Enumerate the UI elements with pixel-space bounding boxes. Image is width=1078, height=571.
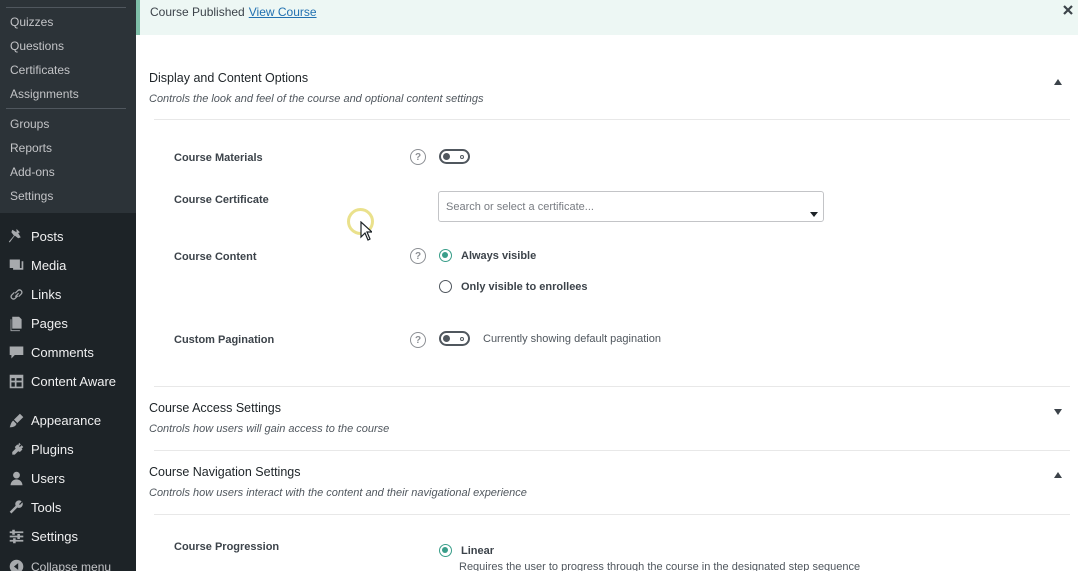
menu-item-label: Tools [31,500,62,515]
collapse-menu-button[interactable]: Collapse menu [0,552,136,571]
close-icon [1063,5,1073,15]
menu-item-plugins[interactable]: Plugins [0,435,136,464]
submenu-item-add-ons[interactable]: Add-ons [10,165,55,179]
menu-item-settings[interactable]: Settings [0,522,136,551]
submenu-top-separator [6,7,126,8]
menu-item-label: Content Aware [31,374,117,389]
chevron-up-icon [1054,79,1062,85]
menu-item-comments[interactable]: Comments [0,338,136,367]
notice-close-button[interactable] [1062,3,1076,17]
pages-icon [7,315,25,333]
course-content-label: Course Content [174,251,257,263]
brush-icon [7,412,25,430]
comments-icon [7,344,25,362]
menu-item-label: Posts [31,229,64,244]
progression-linear-radio[interactable] [439,544,452,557]
media-icon [7,257,25,275]
menu-item-users[interactable]: Users [0,464,136,493]
grid-icon [7,373,25,391]
menu-item-label: Comments [31,345,94,360]
collapse-icon [7,558,25,571]
submenu-item-settings[interactable]: Settings [10,189,53,203]
chevron-down-icon [810,204,818,217]
content-enrollees-radio[interactable] [439,280,452,293]
user-icon [7,470,25,488]
menu-item-appearance[interactable]: Appearance [0,406,136,435]
section-divider [154,514,1070,515]
chevron-up-icon [1054,472,1062,478]
help-icon[interactable]: ? [410,332,426,348]
section-desc-navigation: Controls how users interact with the con… [149,487,527,499]
section-desc-display: Controls the look and feel of the course… [149,93,484,105]
menu-item-posts[interactable]: Posts [0,222,136,251]
menu-item-links[interactable]: Links [0,280,136,309]
menu-item-content-aware[interactable]: Content Aware [0,367,136,396]
submenu-item-assignments[interactable]: Assignments [10,87,79,101]
pin-icon [7,228,25,246]
submenu-item-groups[interactable]: Groups [10,117,49,131]
menu-item-label: Settings [31,529,78,544]
menu-item-label: Appearance [31,413,102,428]
section-title-display[interactable]: Display and Content Options [149,71,308,85]
menu-item-tools[interactable]: Tools [0,493,136,522]
help-icon[interactable]: ? [410,149,426,165]
publish-notice: Course Published View Course [136,0,1078,35]
content-enrollees-label[interactable]: Only visible to enrollees [461,281,588,293]
learndash-submenu: Quizzes Questions Certificates Assignmen… [0,0,136,213]
menu-item-label: Plugins [31,442,74,457]
custom-pagination-label: Custom Pagination [174,334,275,346]
section-collapse-display[interactable] [1054,72,1064,85]
certificate-select-placeholder: Search or select a certificate... [446,201,594,213]
submenu-item-reports[interactable]: Reports [10,141,52,155]
menu-item-media[interactable]: Media [0,251,136,280]
view-course-link[interactable]: View Course [249,5,317,19]
chevron-down-icon [1054,409,1062,415]
custom-pagination-toggle[interactable] [439,331,470,346]
course-progression-label: Course Progression [174,541,280,553]
section-divider [154,119,1070,120]
content-always-visible-radio[interactable] [439,249,452,262]
submenu-item-quizzes[interactable]: Quizzes [10,15,53,29]
submenu-separator [6,108,126,109]
progression-linear-label[interactable]: Linear [461,545,494,557]
menu-item-label: Collapse menu [31,559,112,571]
section-divider [154,450,1070,451]
help-icon[interactable]: ? [410,248,426,264]
submenu-item-certificates[interactable]: Certificates [10,63,70,77]
section-title-access[interactable]: Course Access Settings [149,401,281,415]
mouse-cursor-icon [360,221,372,241]
section-title-navigation[interactable]: Course Navigation Settings [149,465,300,479]
plug-icon [7,441,25,459]
notice-text: Course Published View Course [150,5,317,19]
submenu-item-questions[interactable]: Questions [10,39,64,53]
content-always-visible-label[interactable]: Always visible [461,250,536,262]
menu-item-label: Links [31,287,62,302]
wrench-icon [7,499,25,517]
menu-item-pages[interactable]: Pages [0,309,136,338]
admin-sidebar: Quizzes Questions Certificates Assignmen… [0,0,136,571]
menu-item-label: Users [31,471,65,486]
link-icon [7,286,25,304]
menu-item-label: Pages [31,316,68,331]
section-collapse-navigation[interactable] [1054,465,1064,478]
menu-item-label: Media [31,258,67,273]
certificate-select[interactable]: Search or select a certificate... [438,191,824,222]
section-divider [154,386,1070,387]
section-desc-access: Controls how users will gain access to t… [149,423,390,435]
course-certificate-label: Course Certificate [174,194,269,206]
course-materials-toggle[interactable] [439,149,470,164]
sliders-icon [7,528,25,546]
course-materials-label: Course Materials [174,152,263,164]
section-expand-access[interactable] [1054,402,1064,415]
pagination-status-text: Currently showing default pagination [483,333,661,345]
notice-message: Course Published [150,5,245,19]
main-content: Course Published View Course Display and … [136,0,1078,571]
progression-description: Requires the user to progress through th… [459,561,861,571]
